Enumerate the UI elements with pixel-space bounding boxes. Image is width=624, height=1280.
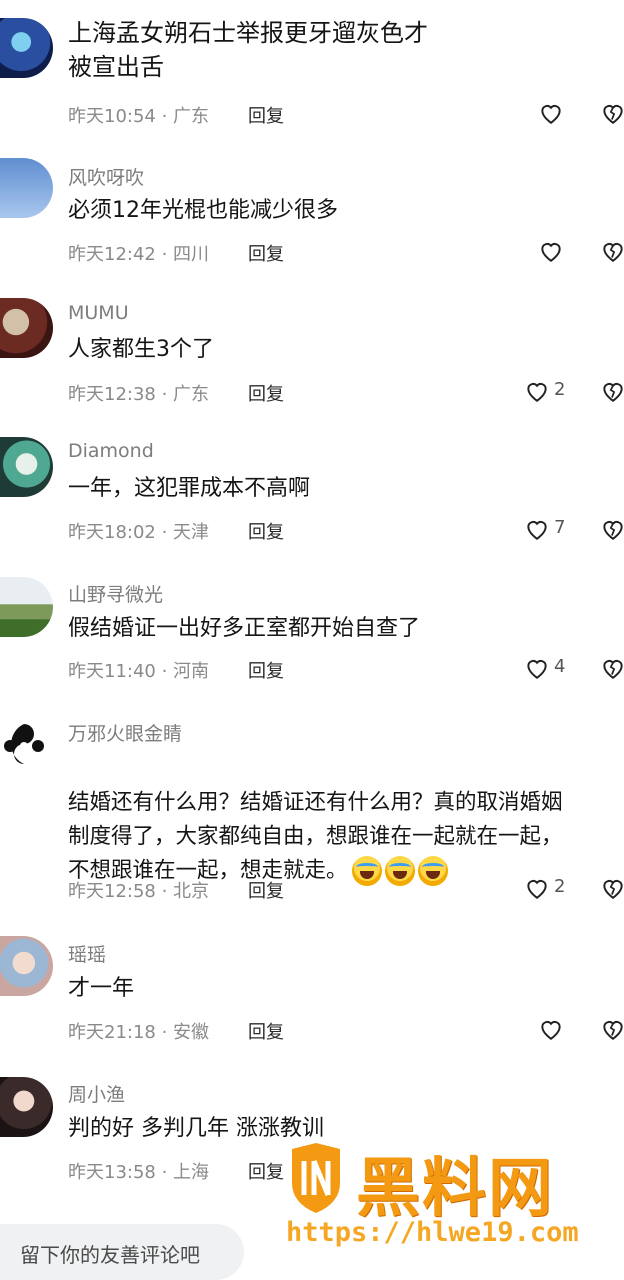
heart-icon xyxy=(541,105,561,124)
comment-text: 结婚还有什么用？结婚证还有什么用？真的取消婚姻 制度得了，大家都纯自由，想跟谁在… xyxy=(68,752,618,888)
dislike-button[interactable] xyxy=(600,873,624,903)
like-button[interactable]: 4 xyxy=(524,653,584,683)
broken-heart-icon xyxy=(603,105,623,124)
like-button[interactable]: 7 xyxy=(524,514,584,544)
swirl-icon xyxy=(0,722,48,770)
comment-location: 广东 xyxy=(173,384,210,405)
comment-meta: 昨天12:38 · 广东 xyxy=(68,384,210,405)
heart-icon xyxy=(527,880,547,899)
comment-location: 天津 xyxy=(173,522,210,543)
reply-button[interactable]: 回复 xyxy=(248,102,284,128)
username[interactable]: MUMU xyxy=(68,302,129,324)
dislike-button[interactable] xyxy=(600,1014,624,1044)
like-count: 4 xyxy=(554,656,566,677)
comment-location: 河南 xyxy=(173,661,210,682)
watermark: 黑料网 https://hlwe19.com xyxy=(284,1143,624,1255)
heart-icon xyxy=(541,243,561,262)
broken-heart-icon xyxy=(603,243,623,262)
comment-meta: 昨天12:58 · 北京 xyxy=(68,881,210,902)
avatar[interactable] xyxy=(0,1077,53,1137)
avatar[interactable] xyxy=(0,936,53,996)
comment-time: 昨天12:38 xyxy=(68,384,156,405)
broken-heart-icon xyxy=(603,1021,623,1040)
heart-icon xyxy=(527,660,547,679)
username[interactable]: 山野寻微光 xyxy=(68,580,163,607)
username[interactable]: 风吹呀吹 xyxy=(68,163,144,190)
username[interactable]: Diamond xyxy=(68,440,154,462)
reply-button[interactable]: 回复 xyxy=(248,380,284,406)
comment-time: 昨天13:58 xyxy=(68,1162,156,1183)
avatar[interactable] xyxy=(0,577,53,637)
comment-input[interactable]: 留下你的友善评论吧 xyxy=(0,1224,244,1280)
avatar[interactable] xyxy=(0,716,53,776)
reply-button[interactable]: 回复 xyxy=(248,657,284,683)
watermark-url: https://hlwe19.com xyxy=(286,1217,579,1248)
reply-button[interactable]: 回复 xyxy=(248,240,284,266)
username[interactable]: 万邪火眼金睛 xyxy=(68,719,182,746)
comment-time: 昨天12:42 xyxy=(68,244,156,265)
dislike-button[interactable] xyxy=(600,98,624,128)
reply-button[interactable]: 回复 xyxy=(248,877,284,903)
heart-icon xyxy=(527,383,547,402)
comment-meta: 昨天13:58 · 上海 xyxy=(68,1162,210,1183)
laugh-cry-emojis xyxy=(351,854,451,888)
reply-button[interactable]: 回复 xyxy=(248,1018,284,1044)
dislike-button[interactable] xyxy=(600,376,624,406)
comment-text: 一年，这犯罪成本不高啊 xyxy=(68,476,311,501)
comment-location: 四川 xyxy=(173,244,210,265)
comment-time: 昨天21:18 xyxy=(68,1022,156,1043)
like-count: 2 xyxy=(554,876,566,897)
heart-icon xyxy=(541,1021,561,1040)
dislike-button[interactable] xyxy=(600,236,624,266)
avatar[interactable] xyxy=(0,437,53,497)
reply-button[interactable]: 回复 xyxy=(248,518,284,544)
comment-text: 人家都生3个了 xyxy=(68,337,214,362)
watermark-logo-icon xyxy=(292,1143,340,1213)
avatar[interactable] xyxy=(0,18,53,78)
laugh-cry-emoji-icon xyxy=(417,856,448,886)
broken-heart-icon xyxy=(603,660,623,679)
avatar[interactable] xyxy=(0,298,53,358)
comment-meta: 昨天18:02 · 天津 xyxy=(68,522,210,543)
comment-time: 昨天12:58 xyxy=(68,881,156,902)
like-button[interactable]: 2 xyxy=(524,873,584,903)
comment-meta: 昨天10:54 · 广东 xyxy=(68,106,210,127)
like-count: 7 xyxy=(554,517,566,538)
laugh-cry-emoji-icon xyxy=(384,856,415,886)
comment-text-body: 结婚还有什么用？结婚证还有什么用？真的取消婚姻 制度得了，大家都纯自由，想跟谁在… xyxy=(68,790,563,883)
comment-text: 假结婚证一出好多正室都开始自查了 xyxy=(68,616,421,641)
like-button[interactable] xyxy=(538,236,598,266)
comment-text: 必须12年光棍也能减少很多 xyxy=(68,198,338,223)
dislike-button[interactable] xyxy=(600,514,624,544)
broken-heart-icon xyxy=(603,521,623,540)
comment-location: 安徽 xyxy=(173,1022,210,1043)
comment-text: 上海孟女朔石士举报更牙遛灰色才 被宣出舌 xyxy=(68,19,428,81)
heart-icon xyxy=(527,521,547,540)
broken-heart-icon xyxy=(603,383,623,402)
comment-time: 昨天11:40 xyxy=(68,661,156,682)
comment-location: 广东 xyxy=(173,106,210,127)
like-button[interactable] xyxy=(538,98,598,128)
like-button[interactable] xyxy=(538,1014,598,1044)
avatar[interactable] xyxy=(0,158,53,218)
like-button[interactable]: 2 xyxy=(524,376,584,406)
comment-location: 北京 xyxy=(173,881,210,902)
comment-time: 昨天18:02 xyxy=(68,522,156,543)
reply-button[interactable]: 回复 xyxy=(248,1158,284,1184)
username[interactable]: 瑶瑶 xyxy=(68,940,106,967)
watermark-title: 黑料网 xyxy=(356,1152,554,1226)
dislike-button[interactable] xyxy=(600,653,624,683)
comment-meta: 昨天21:18 · 安徽 xyxy=(68,1022,210,1043)
like-count: 2 xyxy=(554,379,566,400)
comment-meta: 昨天12:42 · 四川 xyxy=(68,244,210,265)
username[interactable]: 周小渔 xyxy=(68,1080,125,1107)
comment-text: 才一年 xyxy=(68,976,135,1001)
comment-input-placeholder: 留下你的友善评论吧 xyxy=(20,1243,200,1267)
broken-heart-icon xyxy=(603,880,623,899)
laugh-cry-emoji-icon xyxy=(351,856,382,886)
comment-time: 昨天10:54 xyxy=(68,106,156,127)
comment-location: 上海 xyxy=(173,1162,210,1183)
comment-meta: 昨天11:40 · 河南 xyxy=(68,661,210,682)
